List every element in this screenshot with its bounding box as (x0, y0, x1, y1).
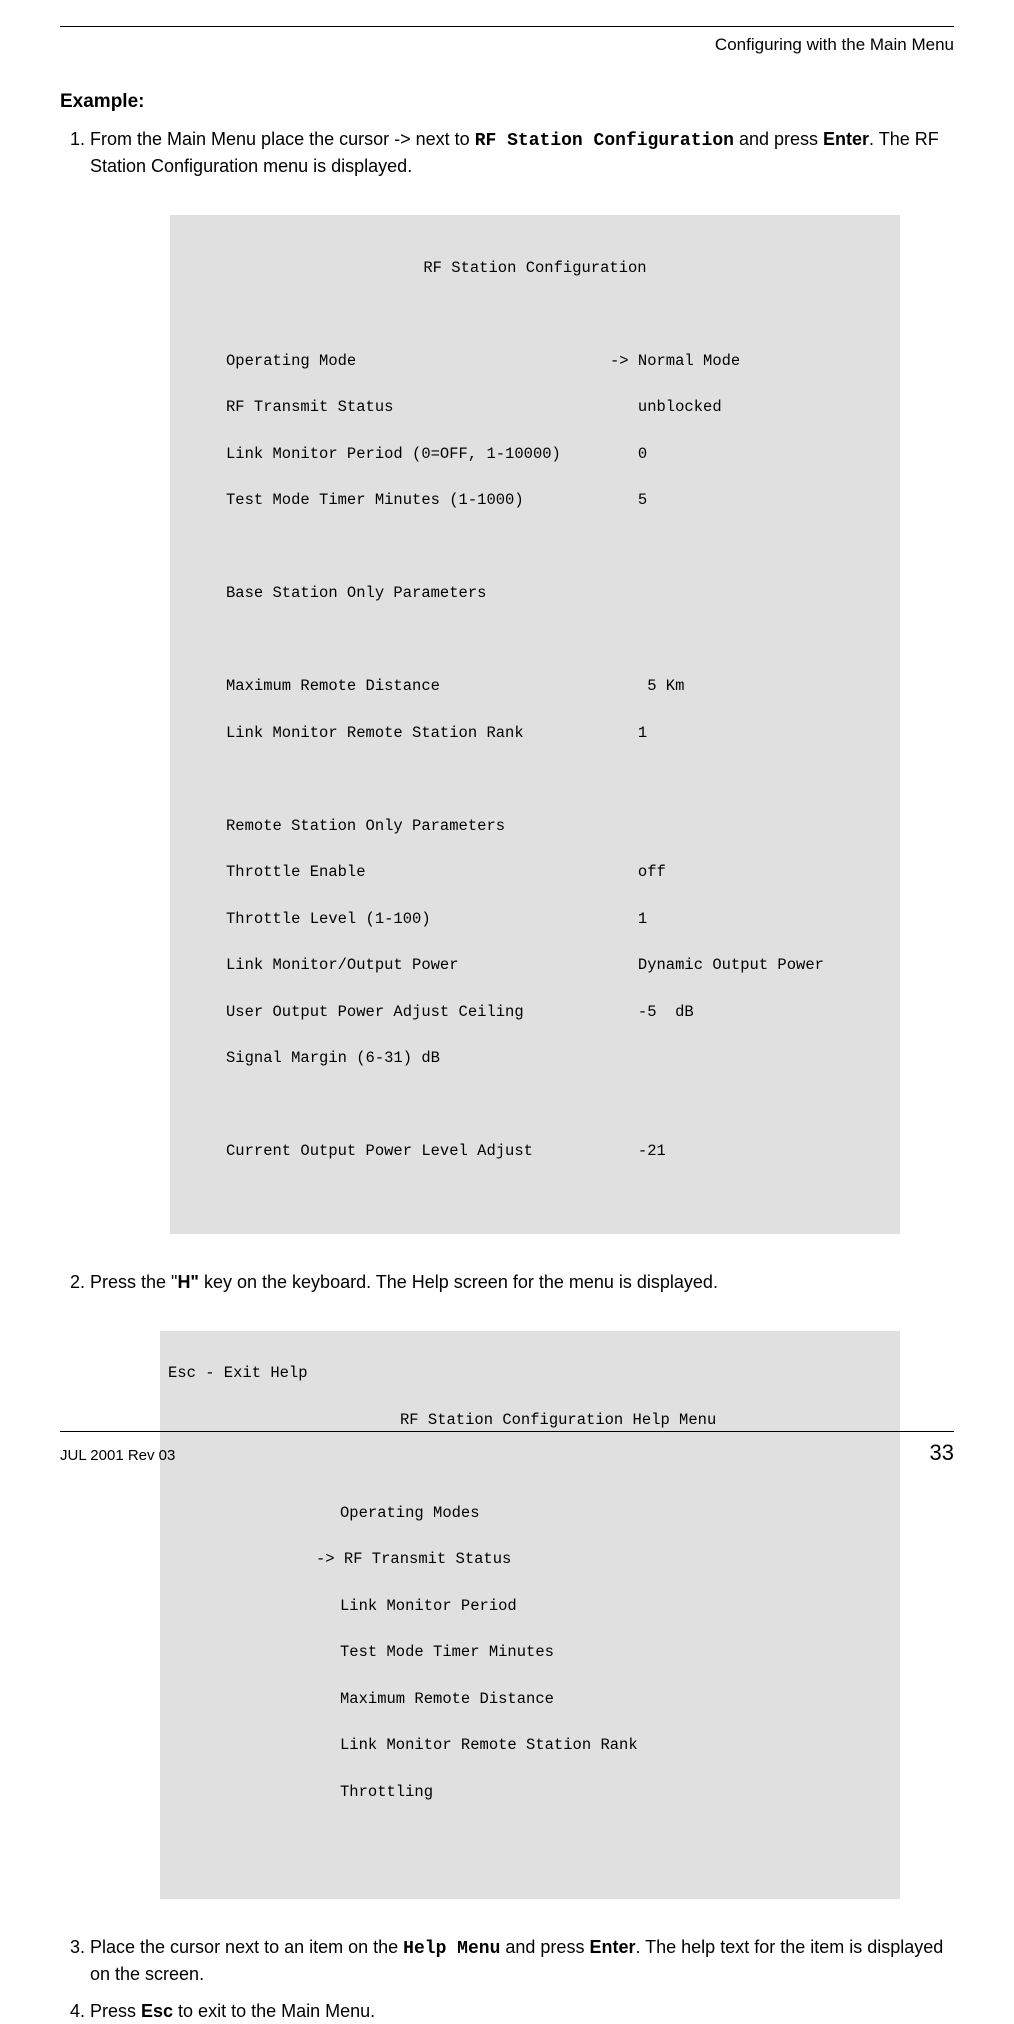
config-row: Link Monitor/Output Power Dynamic Output… (170, 954, 900, 977)
config-row: Current Output Power Level Adjust -21 (170, 1140, 900, 1163)
esc-key: Esc (141, 2001, 173, 2021)
step-1: From the Main Menu place the cursor -> n… (90, 127, 954, 1234)
rf-config-mono: RF Station Configuration (475, 131, 734, 151)
page-number: 33 (930, 1440, 954, 1466)
step-4: Press Esc to exit to the Main Menu. (90, 1999, 954, 2024)
example-label: Example: (60, 91, 954, 113)
help-item: Throttling (160, 1781, 900, 1804)
help-item-selected: -> RF Transmit Status (160, 1548, 900, 1571)
config-row: Operating Mode-> Normal Mode (170, 350, 900, 373)
help-screen: Esc - Exit Help RF Station Configuration… (160, 1331, 900, 1899)
config-row: RF Transmit Status unblocked (170, 396, 900, 419)
help-item: Link Monitor Period (160, 1595, 900, 1618)
steps-list: From the Main Menu place the cursor -> n… (60, 127, 954, 2024)
help-item: Operating Modes (160, 1502, 900, 1525)
config-row: Link Monitor Period (0=OFF, 1-10000) 0 (170, 443, 900, 466)
step-2: Press the "H" key on the keyboard. The H… (90, 1270, 954, 1899)
page-footer: JUL 2001 Rev 03 33 (60, 1431, 954, 1466)
section-heading: Base Station Only Parameters (170, 582, 900, 605)
h-key: H" (177, 1272, 199, 1292)
enter-key: Enter (823, 129, 869, 149)
rf-config-screen: RF Station Configuration Operating Mode-… (170, 215, 900, 1234)
footer-revision: JUL 2001 Rev 03 (60, 1447, 175, 1464)
step-3: Place the cursor next to an item on the … (90, 1935, 954, 1987)
help-item: Test Mode Timer Minutes (160, 1641, 900, 1664)
section-heading: Remote Station Only Parameters (170, 815, 900, 838)
config-row: Test Mode Timer Minutes (1-1000) 5 (170, 489, 900, 512)
config-row: Signal Margin (6-31) dB (170, 1047, 900, 1070)
config-row: User Output Power Adjust Ceiling -5 dB (170, 1001, 900, 1024)
esc-hint: Esc - Exit Help (160, 1362, 900, 1385)
config-row: Link Monitor Remote Station Rank 1 (170, 722, 900, 745)
help-title: RF Station Configuration Help Menu (160, 1409, 900, 1432)
help-menu-mono: Help Menu (403, 1939, 500, 1959)
config-row: Throttle Level (1-100) 1 (170, 908, 900, 931)
help-item: Link Monitor Remote Station Rank (160, 1734, 900, 1757)
help-item: Maximum Remote Distance (160, 1688, 900, 1711)
config-row: Maximum Remote Distance 5 Km (170, 675, 900, 698)
enter-key: Enter (589, 1937, 635, 1957)
page-header-title: Configuring with the Main Menu (60, 35, 954, 55)
config-row: Throttle Enable off (170, 861, 900, 884)
screen-title: RF Station Configuration (170, 257, 900, 280)
